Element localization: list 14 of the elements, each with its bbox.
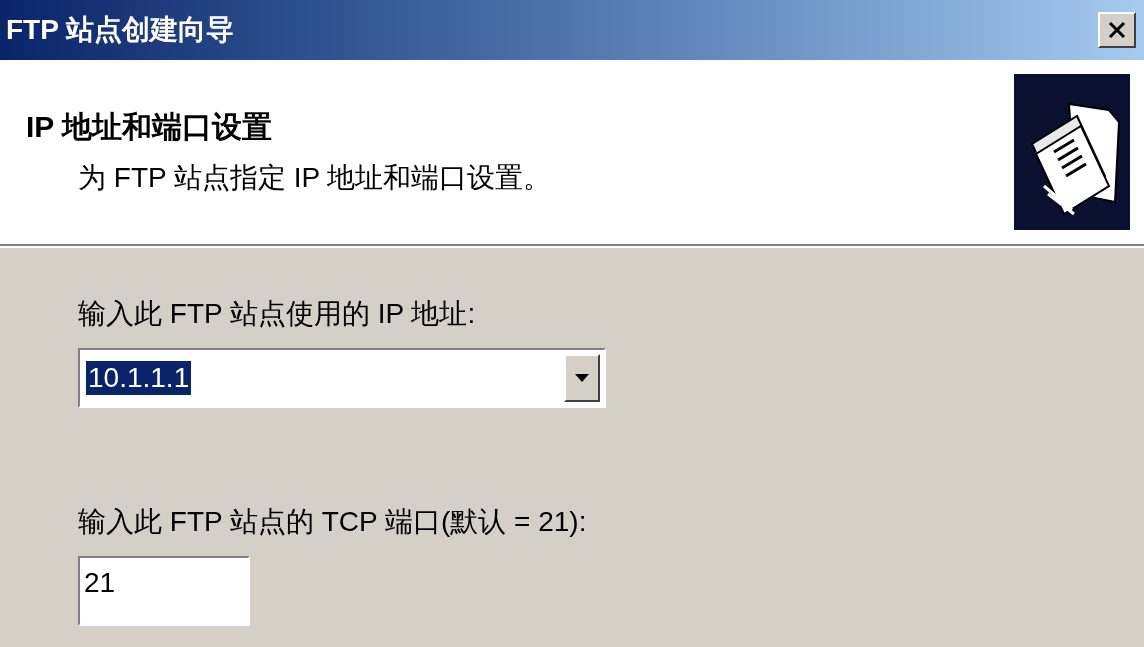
header-title: IP 地址和端口设置 [26,112,274,142]
field-label: 输入此 FTP 站点使用的 IP 地址: [78,300,477,328]
dropdown-value: 10.1.1.1 [86,361,192,395]
port-field[interactable]: 21 [78,556,250,626]
close-icon [1108,21,1126,39]
dropdown-button[interactable] [564,354,600,402]
caret-icon [575,374,589,382]
field-label: 输入此 FTP 站点的 TCP 端口(默认 = 21): [78,508,588,536]
window-title: FTP 站点创建向导 [6,13,235,47]
folder-documents-icon [1014,74,1130,230]
port-value: 21 [84,566,116,600]
header-subtitle: 为 FTP 站点指定 IP 地址和端口设置。 [77,164,552,192]
ip-address-dropdown[interactable]: 10.1.1.1 [78,348,606,408]
close-button[interactable] [1098,12,1136,48]
